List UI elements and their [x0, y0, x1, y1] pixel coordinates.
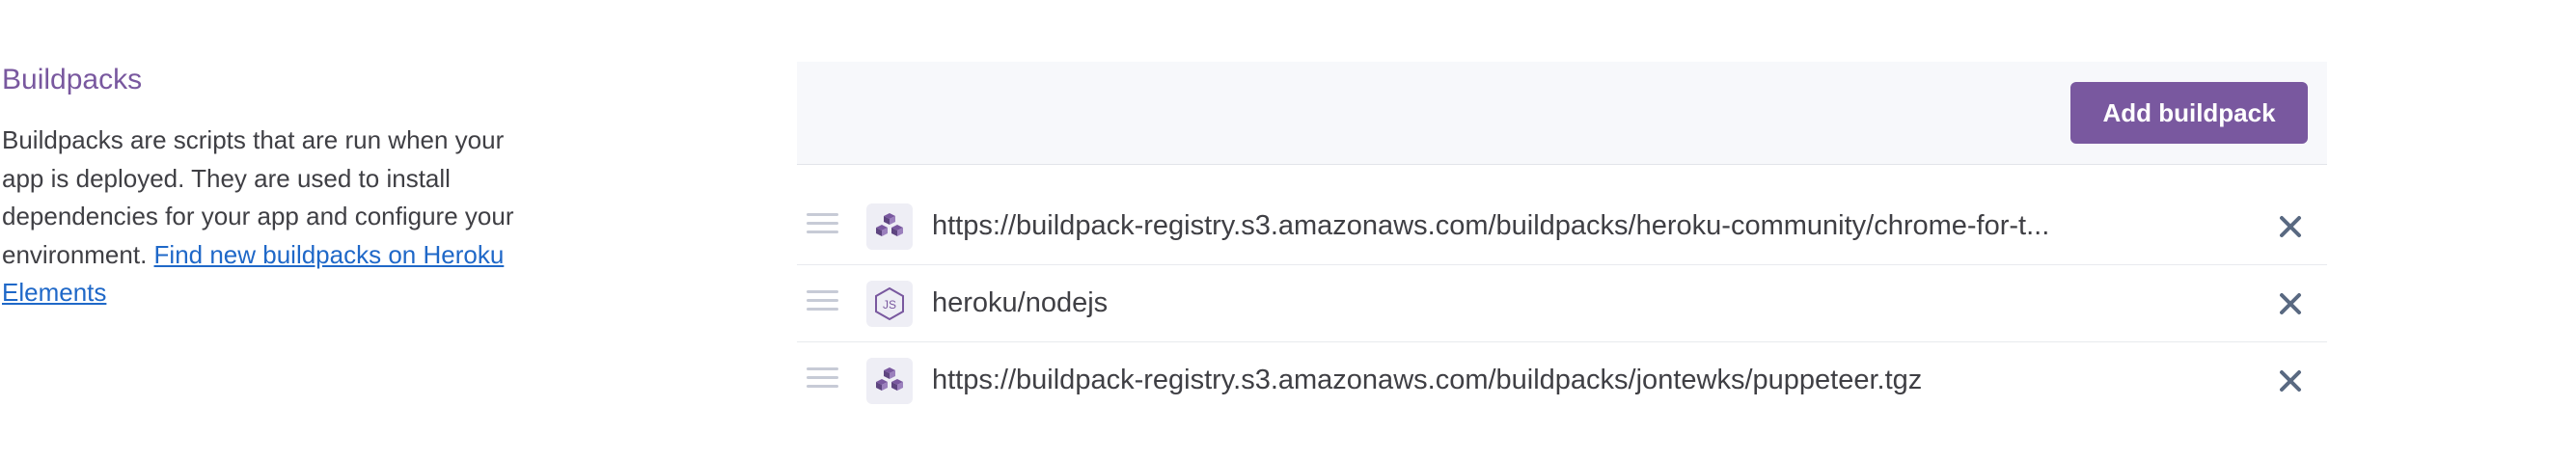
buildpack-url: heroku/nodejs — [932, 287, 1109, 318]
cubes-icon — [866, 203, 913, 250]
svg-text:JS: JS — [883, 298, 896, 312]
drag-handle-icon[interactable] — [807, 367, 838, 393]
buildpack-row: https://buildpack-registry.s3.amazonaws.… — [797, 188, 2327, 265]
remove-buildpack-icon[interactable] — [2277, 367, 2304, 394]
buildpack-row: https://buildpack-registry.s3.amazonaws.… — [797, 342, 2327, 419]
section-title: Buildpacks — [2, 64, 143, 95]
buildpacks-settings-page: Buildpacks Buildpacks are scripts that a… — [0, 0, 2576, 461]
drag-handle-icon[interactable] — [807, 213, 838, 238]
buildpack-url: https://buildpack-registry.s3.amazonaws.… — [932, 210, 2050, 241]
section-description: Buildpacks are scripts that are run when… — [2, 122, 542, 312]
cubes-icon — [866, 358, 913, 404]
drag-handle-icon[interactable] — [807, 290, 838, 315]
buildpack-row: JS heroku/nodejs — [797, 265, 2327, 342]
buildpack-list: https://buildpack-registry.s3.amazonaws.… — [797, 188, 2327, 419]
panel-header: Add buildpack — [797, 62, 2327, 165]
buildpacks-panel: Add buildpack https://buildpack-registry… — [797, 62, 2327, 419]
add-buildpack-button[interactable]: Add buildpack — [2070, 82, 2308, 144]
remove-buildpack-icon[interactable] — [2277, 213, 2304, 240]
remove-buildpack-icon[interactable] — [2277, 290, 2304, 317]
buildpack-url: https://buildpack-registry.s3.amazonaws.… — [932, 365, 1923, 395]
nodejs-icon: JS — [866, 281, 913, 327]
